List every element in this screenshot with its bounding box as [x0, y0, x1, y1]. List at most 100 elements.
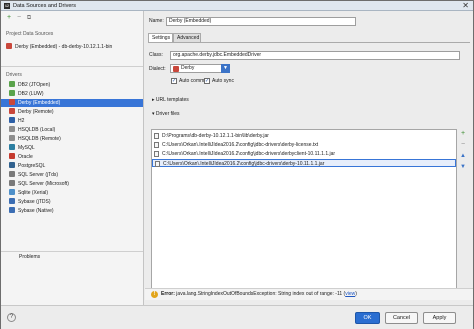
driver-item[interactable]: H2: [1, 117, 143, 125]
error-message: Error: java.lang.StringIndexOutOfBoundsE…: [161, 289, 357, 300]
driver-item[interactable]: Derby (Embedded): [1, 99, 143, 107]
divider: [1, 66, 143, 67]
auto-commit-checkbox[interactable]: ✓: [171, 78, 177, 84]
divider: [1, 251, 143, 252]
driver-item[interactable]: DB2 (JTOpen): [1, 81, 143, 89]
auto-sync-label: Auto sync: [212, 78, 234, 84]
driver-label: Sybase (jTDS): [18, 199, 51, 205]
driver-item[interactable]: Oracle: [1, 153, 143, 161]
driver-item[interactable]: MySQL: [1, 144, 143, 152]
copy-icon[interactable]: ⧉: [25, 14, 33, 22]
driver-file-path: C:\Users\Orkan\.IntelliJIdea2016.2\confi…: [162, 151, 336, 157]
driver-item[interactable]: Sybase (jTDS): [1, 198, 143, 206]
driver-label: Derby (Embedded): [18, 100, 61, 106]
derby-icon: [6, 43, 12, 49]
dialect-label: Dialect:: [149, 66, 166, 72]
driver-label: Sybase (Native): [18, 208, 54, 214]
driver-icon: [9, 135, 15, 141]
project-data-sources-header: Project Data Sources: [6, 31, 54, 37]
driver-file-row[interactable]: C:\Users\Orkan\.IntelliJIdea2016.2\confi…: [152, 141, 456, 149]
chevron-down-icon[interactable]: ▼: [221, 64, 230, 73]
driver-settings-panel: Name: Derby (Embedded) Settings Advanced…: [145, 11, 473, 305]
move-up-icon[interactable]: ▲: [459, 152, 467, 160]
driver-icon: [9, 189, 15, 195]
driver-label: HSQLDB (Local): [18, 127, 56, 133]
driver-label: H2: [18, 118, 25, 124]
driver-item[interactable]: HSQLDB (Remote): [1, 135, 143, 143]
button-bar: ? OK Cancel Apply: [1, 305, 473, 329]
project-data-source-item[interactable]: Derby (Embedded) - db-derby-10.12.1.1-bi…: [1, 43, 143, 52]
driver-files-list[interactable]: D:\Programs\db-derby-10.12.1.1-bin\lib\d…: [151, 129, 457, 293]
driver-label: Derby (Remote): [18, 109, 54, 115]
file-icon: [154, 151, 159, 157]
driver-item[interactable]: PostgreSQL: [1, 162, 143, 170]
driver-item[interactable]: SQL Server (Microsoft): [1, 180, 143, 188]
driver-item[interactable]: DB2 (LUW): [1, 90, 143, 98]
driver-item[interactable]: Derby (Remote): [1, 108, 143, 116]
driver-icon: [9, 171, 15, 177]
driver-icon: [9, 144, 15, 150]
title-bar: IJ Data Sources and Drivers ✕: [1, 1, 473, 11]
add-file-icon[interactable]: +: [459, 130, 467, 138]
error-bar: ! Error: java.lang.StringIndexOutOfBound…: [145, 288, 473, 300]
driver-file-row[interactable]: C:\Users\Orkan\.IntelliJIdea2016.2\confi…: [152, 150, 456, 158]
app-logo-icon: IJ: [4, 3, 10, 9]
driver-icon: [9, 126, 15, 132]
view-error-link[interactable]: view: [345, 291, 355, 297]
class-label: Class:: [149, 52, 163, 58]
remove-file-icon[interactable]: −: [459, 141, 467, 149]
project-data-source-label: Derby (Embedded) - db-derby-10.12.1.1-bi…: [15, 44, 113, 50]
drivers-header: Drivers: [6, 72, 22, 78]
error-text: java.lang.StringIndexOutOfBoundsExceptio…: [176, 291, 343, 297]
driver-label: DB2 (JTOpen): [18, 82, 51, 88]
file-icon: [154, 133, 159, 139]
driver-item[interactable]: HSQLDB (Local): [1, 126, 143, 134]
driver-file-row[interactable]: C:\Users\Orkan\.IntelliJIdea2016.2\confi…: [152, 159, 456, 167]
close-icon[interactable]: ✕: [462, 1, 469, 11]
driver-item[interactable]: SQL Server (jTds): [1, 171, 143, 179]
name-label: Name:: [149, 18, 164, 24]
ok-button[interactable]: OK: [355, 312, 380, 324]
driver-file-row[interactable]: D:\Programs\db-derby-10.12.1.1-bin\lib\d…: [152, 132, 456, 140]
class-field[interactable]: org.apache.derby.jdbc.EmbeddedDriver: [170, 51, 460, 60]
driver-icon: [9, 81, 15, 87]
error-link-close: ): [355, 291, 357, 297]
driver-label: SQL Server (jTds): [18, 172, 59, 178]
driver-item[interactable]: Sybase (Native): [1, 207, 143, 215]
dialect-value: Derby: [181, 65, 195, 71]
name-field[interactable]: Derby (Embedded): [166, 17, 356, 26]
driver-icon: [9, 180, 15, 186]
driver-files-label: Driver files: [155, 111, 180, 117]
driver-icon: [9, 162, 15, 168]
driver-file-path: C:\Users\Orkan\.IntelliJIdea2016.2\confi…: [162, 142, 319, 148]
driver-file-path: D:\Programs\db-derby-10.12.1.1-bin\lib\d…: [162, 133, 269, 139]
dialect-select[interactable]: Derby: [170, 64, 222, 73]
auto-sync-checkbox[interactable]: ✓: [204, 78, 210, 84]
help-button[interactable]: ?: [7, 313, 16, 322]
file-icon: [155, 161, 160, 167]
driver-icon: [9, 117, 15, 123]
add-icon[interactable]: +: [5, 14, 13, 22]
warning-icon: !: [151, 291, 158, 298]
move-down-icon[interactable]: ▼: [459, 163, 467, 171]
driver-icon: [9, 207, 15, 213]
auto-commit-label: Auto commit: [179, 78, 207, 84]
driver-item[interactable]: Sqlite (Xerial): [1, 189, 143, 197]
apply-button[interactable]: Apply: [423, 312, 456, 324]
driver-files-toggle[interactable]: ▾ Driver files: [152, 110, 180, 118]
driver-icon: [9, 108, 15, 114]
driver-icon: [9, 99, 15, 105]
file-icon: [154, 142, 159, 148]
driver-icon: [9, 90, 15, 96]
url-templates-toggle[interactable]: ▸ URL templates: [152, 96, 189, 104]
driver-label: DB2 (LUW): [18, 91, 44, 97]
url-templates-label: URL templates: [155, 97, 189, 103]
problems-item[interactable]: Problems: [19, 254, 40, 261]
driver-icon: [9, 198, 15, 204]
remove-icon[interactable]: −: [15, 14, 23, 22]
driver-label: SQL Server (Microsoft): [18, 181, 69, 187]
cancel-button[interactable]: Cancel: [385, 312, 418, 324]
driver-label: PostgreSQL: [18, 163, 46, 169]
driver-label: Oracle: [18, 154, 33, 160]
driver-label: MySQL: [18, 145, 35, 151]
